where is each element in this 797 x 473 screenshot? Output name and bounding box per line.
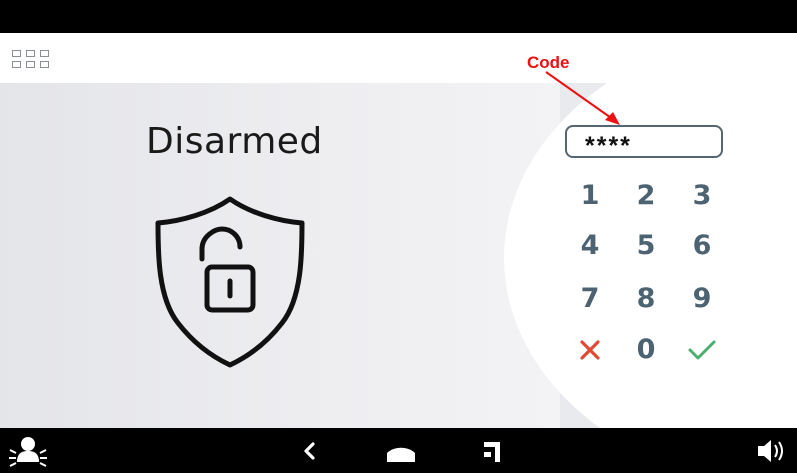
key-9[interactable]: 9: [680, 279, 724, 319]
recent-apps-icon[interactable]: [478, 428, 508, 473]
apps-grid-icon[interactable]: [12, 48, 52, 74]
cross-icon: [580, 340, 600, 360]
volume-icon[interactable]: [755, 428, 791, 473]
key-5[interactable]: 5: [624, 226, 668, 266]
unlocked-shield-icon: [155, 196, 305, 368]
key-0[interactable]: 0: [624, 330, 668, 370]
panic-icon[interactable]: [8, 428, 48, 473]
confirm-button[interactable]: [680, 330, 724, 370]
arm-status-label: Disarmed: [146, 121, 323, 162]
navigation-bar: [0, 428, 797, 473]
key-7[interactable]: 7: [568, 279, 612, 319]
home-icon[interactable]: [384, 428, 418, 473]
status-bar: [0, 0, 797, 33]
key-8[interactable]: 8: [624, 279, 668, 319]
check-icon: [688, 340, 716, 360]
code-input[interactable]: ****: [565, 125, 723, 160]
key-1[interactable]: 1: [568, 176, 612, 216]
key-6[interactable]: 6: [680, 226, 724, 266]
back-icon[interactable]: [298, 428, 322, 473]
code-input-value: ****: [585, 132, 632, 160]
cancel-button[interactable]: [568, 330, 612, 370]
key-4[interactable]: 4: [568, 226, 612, 266]
key-3[interactable]: 3: [680, 176, 724, 216]
app-bar: [0, 40, 797, 83]
key-2[interactable]: 2: [624, 176, 668, 216]
annotation-arrow: [545, 71, 620, 125]
